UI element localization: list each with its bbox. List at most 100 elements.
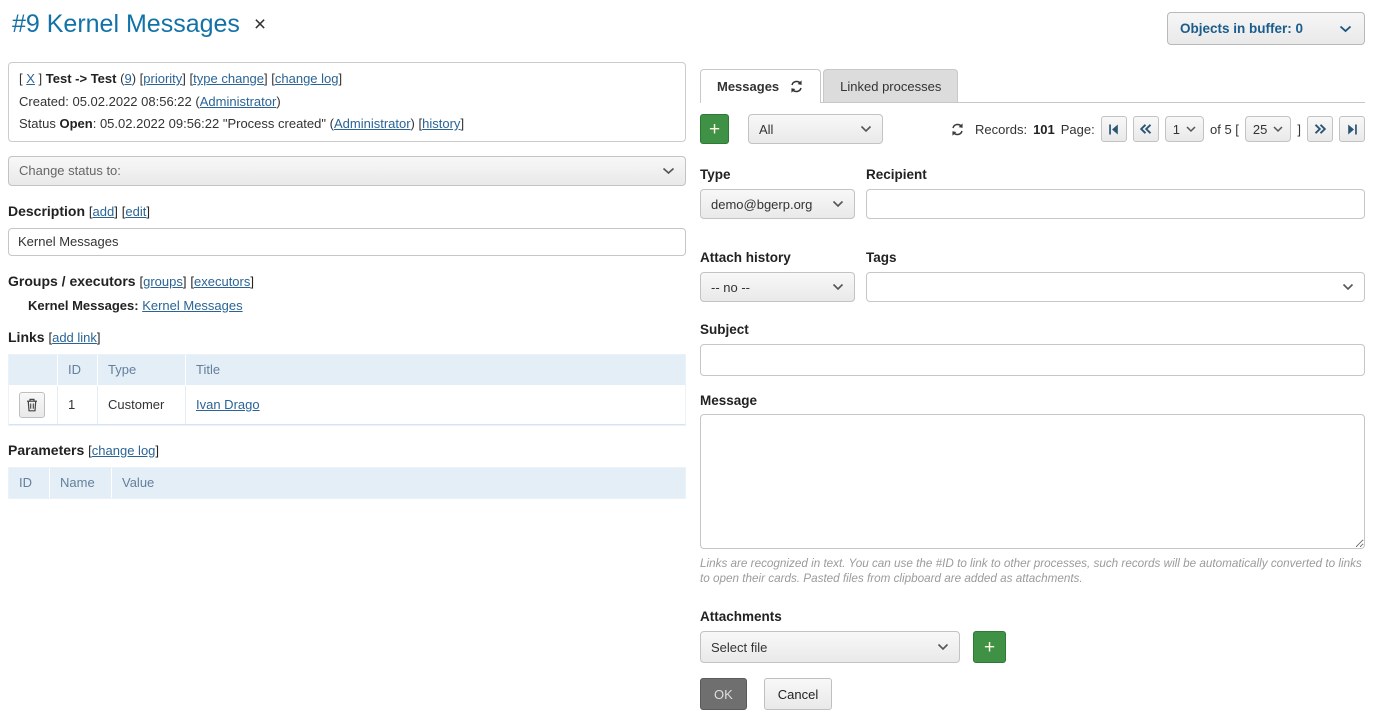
- pagination: Records: 101 Page: 1: [950, 116, 1365, 142]
- bracket: ]: [155, 443, 159, 458]
- delete-link-button[interactable]: [19, 392, 45, 418]
- description-edit-link[interactable]: edit: [125, 204, 146, 219]
- process-header-line: [ X ] Test -> Test (9) [priority] [type …: [19, 68, 675, 91]
- created-user-link[interactable]: Administrator: [200, 94, 277, 109]
- paren: ): [276, 94, 280, 109]
- page-number-select[interactable]: 1: [1165, 116, 1204, 142]
- links-row-type: Customer: [97, 386, 185, 424]
- message-filter-value: All: [759, 122, 773, 137]
- bracket: [: [19, 71, 23, 86]
- close-icon[interactable]: ×: [254, 14, 266, 35]
- status-text: : 05.02.2022 09:56:22 "Process created": [93, 116, 326, 131]
- subject-input[interactable]: [700, 344, 1365, 376]
- message-filter-select[interactable]: All: [748, 114, 883, 144]
- page-of-label: of 5 [: [1210, 122, 1239, 137]
- change-status-select[interactable]: Change status to:: [8, 156, 686, 186]
- refresh-icon[interactable]: [950, 122, 965, 137]
- executors-link[interactable]: executors: [194, 274, 250, 289]
- history-link[interactable]: history: [422, 116, 460, 131]
- page-size-bracket: ]: [1297, 122, 1301, 137]
- links-header-title: Title: [185, 355, 685, 385]
- form-labels-row-2: Attach history Tags: [700, 250, 1365, 265]
- links-title: Links: [8, 329, 45, 345]
- description-input[interactable]: [8, 228, 686, 256]
- buffer-dropdown[interactable]: Objects in buffer: 0: [1167, 12, 1365, 45]
- links-table-header: ID Type Title: [9, 355, 685, 385]
- paren: ): [132, 71, 136, 86]
- messages-panel: Messages Linked processes + All: [700, 70, 1365, 710]
- recipient-label: Recipient: [866, 167, 1365, 182]
- type-change-link[interactable]: type change: [193, 71, 264, 86]
- message-textarea[interactable]: [700, 414, 1365, 549]
- next-page-button[interactable]: [1307, 116, 1333, 142]
- parameters-table-header: ID Name Value: [9, 468, 685, 498]
- refresh-icon[interactable]: [789, 79, 804, 94]
- groups-link[interactable]: groups: [143, 274, 183, 289]
- last-page-button[interactable]: [1339, 116, 1365, 142]
- type-select[interactable]: demo@bgerp.org: [700, 189, 855, 219]
- ok-button[interactable]: OK: [700, 678, 747, 710]
- group-label: Kernel Messages:: [28, 298, 139, 313]
- process-panel: [ X ] Test -> Test (9) [priority] [type …: [8, 62, 686, 499]
- page-title: #9 Kernel Messages: [12, 10, 240, 39]
- process-route: Test -> Test: [46, 71, 117, 86]
- add-attachment-button[interactable]: +: [973, 631, 1006, 663]
- bracket: ]: [39, 71, 43, 86]
- tab-linked-processes[interactable]: Linked processes: [823, 69, 958, 102]
- chevron-down-icon: [1342, 283, 1354, 291]
- parameters-header-id: ID: [9, 468, 49, 498]
- buffer-label: Objects in buffer: 0: [1180, 21, 1303, 36]
- page-size-value: 25: [1253, 122, 1267, 137]
- page: #9 Kernel Messages × Objects in buffer: …: [0, 0, 1378, 718]
- links-row-id: 1: [57, 386, 97, 424]
- links-header-id: ID: [57, 355, 97, 385]
- close-process-link[interactable]: X: [26, 71, 35, 86]
- first-page-button[interactable]: [1101, 116, 1127, 142]
- page-size-select[interactable]: 25: [1245, 116, 1291, 142]
- plus-icon: +: [984, 638, 995, 657]
- form-buttons: OK Cancel: [700, 678, 1365, 710]
- status-line: Status Open: 05.02.2022 09:56:22 "Proces…: [19, 113, 675, 136]
- process-info-box: [ X ] Test -> Test (9) [priority] [type …: [8, 62, 686, 142]
- parameters-table: ID Name Value: [8, 467, 686, 499]
- prev-page-icon: [1140, 124, 1152, 134]
- page-title-row: #9 Kernel Messages ×: [12, 10, 266, 39]
- recipient-input[interactable]: [866, 189, 1365, 219]
- add-message-button[interactable]: +: [700, 114, 729, 144]
- prev-page-button[interactable]: [1133, 116, 1159, 142]
- add-link-link[interactable]: add link: [52, 330, 97, 345]
- linked-customer-link[interactable]: Ivan Drago: [196, 397, 260, 412]
- status-value: Open: [59, 116, 92, 131]
- chevron-down-icon: [860, 125, 872, 133]
- messages-toolbar: + All Records: 101 Page:: [700, 114, 1365, 144]
- type-label: Type: [700, 167, 855, 182]
- attachments-label: Attachments: [700, 609, 1365, 624]
- cancel-button[interactable]: Cancel: [764, 678, 832, 710]
- group-link[interactable]: Kernel Messages: [142, 298, 242, 313]
- bracket: ]: [114, 204, 118, 219]
- group-row: Kernel Messages: Kernel Messages: [8, 298, 686, 313]
- description-add-link[interactable]: add: [93, 204, 115, 219]
- tab-messages[interactable]: Messages: [700, 69, 821, 103]
- priority-link[interactable]: priority: [143, 71, 182, 86]
- links-table: ID Type Title 1 Customer Ivan Drago: [8, 354, 686, 426]
- process-id-link[interactable]: 9: [124, 71, 131, 86]
- links-heading: Links [add link]: [8, 329, 686, 345]
- status-user-link[interactable]: Administrator: [334, 116, 411, 131]
- form-labels-row-1: Type Recipient: [700, 167, 1365, 182]
- records-count: 101: [1033, 122, 1055, 137]
- table-row: 1 Customer Ivan Drago: [9, 385, 685, 425]
- form-fields-row-1: demo@bgerp.org: [700, 189, 1365, 219]
- parameters-title: Parameters: [8, 442, 84, 458]
- tags-select[interactable]: [866, 272, 1365, 302]
- page-label: Page:: [1061, 122, 1095, 137]
- bracket: ]: [182, 71, 186, 86]
- change-log-link[interactable]: change log: [275, 71, 339, 86]
- bracket: ]: [460, 116, 464, 131]
- parameters-change-log-link[interactable]: change log: [92, 443, 156, 458]
- chevron-down-icon: [1273, 126, 1283, 133]
- attach-history-select[interactable]: -- no --: [700, 272, 855, 302]
- links-header-type: Type: [97, 355, 185, 385]
- file-select[interactable]: Select file: [700, 631, 960, 663]
- form-fields-row-2: -- no --: [700, 272, 1365, 302]
